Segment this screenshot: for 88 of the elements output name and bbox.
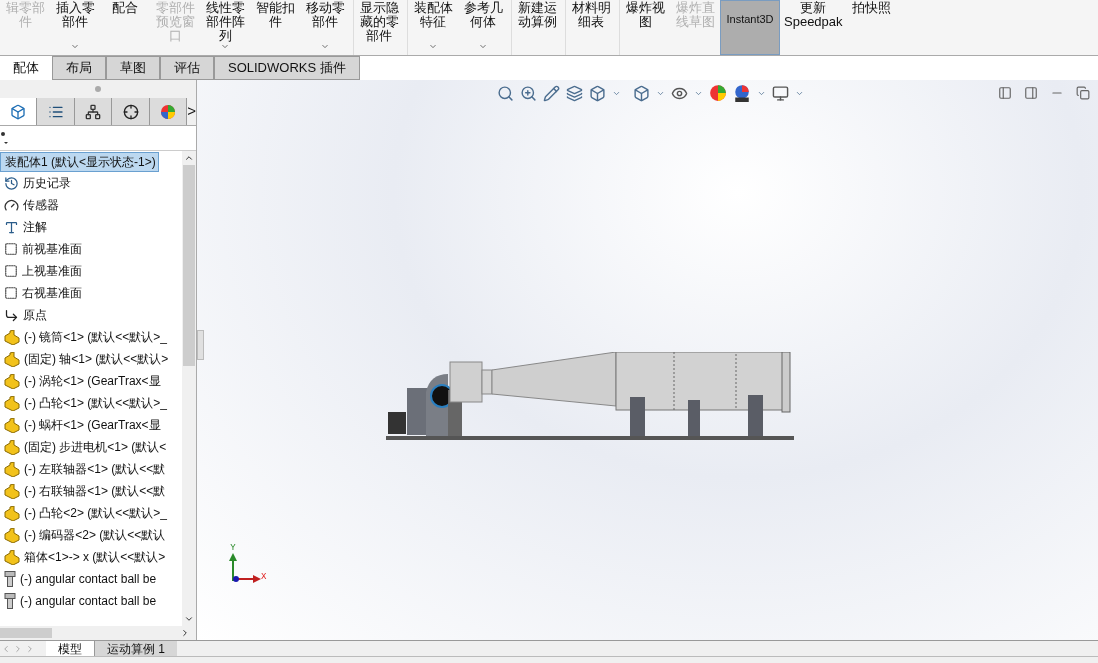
- configuration-icon: [85, 103, 102, 120]
- tree-item-label[interactable]: (-) 蜗杆<1> (GearTrax<显: [24, 416, 161, 434]
- tree-item-label[interactable]: 上视基准面: [22, 262, 82, 280]
- ribbon-button[interactable]: 配合: [100, 0, 150, 55]
- scroll-down-icon: [184, 614, 194, 624]
- tree-item-label[interactable]: 前视基准面: [22, 240, 82, 258]
- command-tab[interactable]: 布局: [52, 56, 106, 80]
- origin-icon: [4, 307, 19, 323]
- panel-tab[interactable]: [74, 98, 113, 125]
- tree-item-label[interactable]: 右视基准面: [22, 284, 82, 302]
- plane-icon: [4, 242, 18, 256]
- part-icon: [4, 417, 20, 433]
- scroll-up-icon: [184, 153, 194, 163]
- ribbon-button[interactable]: 新建运动算例: [511, 0, 562, 55]
- tree-item-label[interactable]: (固定) 轴<1> (默认<<默认>: [24, 350, 169, 368]
- part-icon: [4, 527, 20, 543]
- view-orientation-icon[interactable]: [589, 84, 606, 102]
- tree-item-label[interactable]: (-) angular contact ball be: [20, 570, 157, 588]
- tree-item-label[interactable]: 历史记录: [23, 174, 71, 192]
- x-axis-arrow-icon: [233, 575, 261, 583]
- horizontal-scrollbar[interactable]: [0, 626, 196, 640]
- plane-icon: [4, 286, 18, 300]
- y-axis-label: Y: [230, 544, 236, 553]
- vertical-scrollbar[interactable]: [182, 151, 196, 626]
- ribbon-button[interactable]: 材料明细表: [565, 0, 616, 55]
- command-tab[interactable]: SOLIDWORKS 插件: [214, 56, 360, 80]
- restore-icon[interactable]: [1076, 86, 1090, 100]
- part-icon: [4, 549, 20, 565]
- ribbon-button[interactable]: 显示隐藏的零部件: [353, 0, 404, 55]
- tree-item-label[interactable]: 箱体<1>-> x (默认<<默认>: [24, 548, 166, 566]
- ribbon-button[interactable]: 装配体特征: [407, 0, 458, 55]
- tree-item-label[interactable]: (-) 镜筒<1> (默认<<默认>_: [24, 328, 168, 346]
- part-icon: [4, 505, 20, 521]
- more-tabs-button[interactable]: >: [187, 98, 197, 125]
- part-icon: [4, 483, 20, 499]
- model-tab[interactable]: 模型: [46, 641, 94, 656]
- ribbon-button[interactable]: 插入零部件: [50, 0, 100, 55]
- scroll-right-icon: [180, 628, 190, 638]
- part-icon: [4, 351, 20, 367]
- ribbon-button[interactable]: 线性零部件阵列: [200, 0, 250, 55]
- y-axis-arrow-icon: [229, 553, 237, 581]
- panel-left-icon[interactable]: [998, 86, 1012, 100]
- tree-item-label[interactable]: (-) 凸轮<1> (默认<<默认>_: [24, 394, 168, 412]
- tree-item-label[interactable]: (-) 左联轴器<1> (默认<<默: [24, 460, 166, 478]
- ribbon-button[interactable]: Instant3D: [720, 0, 780, 55]
- ribbon-button[interactable]: 拍快照: [846, 0, 897, 55]
- part-icon: [4, 329, 20, 345]
- panel-tab[interactable]: [112, 98, 150, 125]
- ribbon-button[interactable]: 参考几何体: [458, 0, 508, 55]
- tree-item-label[interactable]: (-) angular contact ball be: [20, 592, 157, 610]
- grip-icon: [95, 86, 101, 92]
- zoom-area-icon[interactable]: [520, 84, 537, 102]
- panel-tab[interactable]: [0, 98, 38, 125]
- scene-icon[interactable]: [733, 84, 751, 102]
- color-wheel-icon: [160, 103, 177, 120]
- crosshair-icon: [122, 103, 139, 120]
- zoom-to-fit-icon[interactable]: [497, 84, 514, 102]
- tree-root-item[interactable]: 装配体1 (默认<显示状态-1>): [0, 152, 159, 172]
- tree-item-label[interactable]: 传感器: [23, 196, 59, 214]
- part-icon: [4, 461, 20, 477]
- bolt-icon: [4, 571, 16, 587]
- part-icon: [4, 439, 20, 455]
- tree-item-label[interactable]: 注解: [23, 218, 47, 236]
- ribbon-button[interactable]: 移动零部件: [300, 0, 350, 55]
- command-tab[interactable]: 草图: [106, 56, 160, 80]
- bolt-icon: [4, 593, 16, 609]
- ribbon-button[interactable]: 智能扣件: [250, 0, 300, 55]
- filter-icon: [1, 131, 9, 145]
- tree-item-label[interactable]: (固定) 步进电机<1> (默认<: [24, 438, 167, 456]
- appearance-icon[interactable]: [709, 84, 727, 102]
- tree-item-label[interactable]: 原点: [23, 306, 47, 324]
- model-tab[interactable]: 运动算例 1: [94, 641, 177, 656]
- tree-item-label[interactable]: (-) 涡轮<1> (GearTrax<显: [24, 372, 161, 390]
- display-style-icon[interactable]: [633, 84, 650, 102]
- panel-collapse-handle[interactable]: [197, 330, 204, 360]
- tree-item-label[interactable]: (-) 凸轮<2> (默认<<默认>_: [24, 504, 168, 522]
- command-tab[interactable]: 评估: [160, 56, 214, 80]
- x-axis-label: X: [261, 573, 267, 582]
- ribbon-button[interactable]: 更新Speedpak: [780, 0, 847, 55]
- tree-item-label[interactable]: (-) 右联轴器<1> (默认<<默: [24, 482, 166, 500]
- part-icon: [4, 395, 20, 411]
- tree-item-label[interactable]: (-) 编码器<2> (默认<<默认: [24, 526, 166, 544]
- tree-icon: [10, 103, 27, 120]
- ribbon-button[interactable]: 爆炸视图: [619, 0, 670, 55]
- monitor-icon[interactable]: [772, 84, 789, 102]
- plane-icon: [4, 264, 18, 278]
- part-icon: [4, 373, 20, 389]
- panel-right-icon[interactable]: [1024, 86, 1038, 100]
